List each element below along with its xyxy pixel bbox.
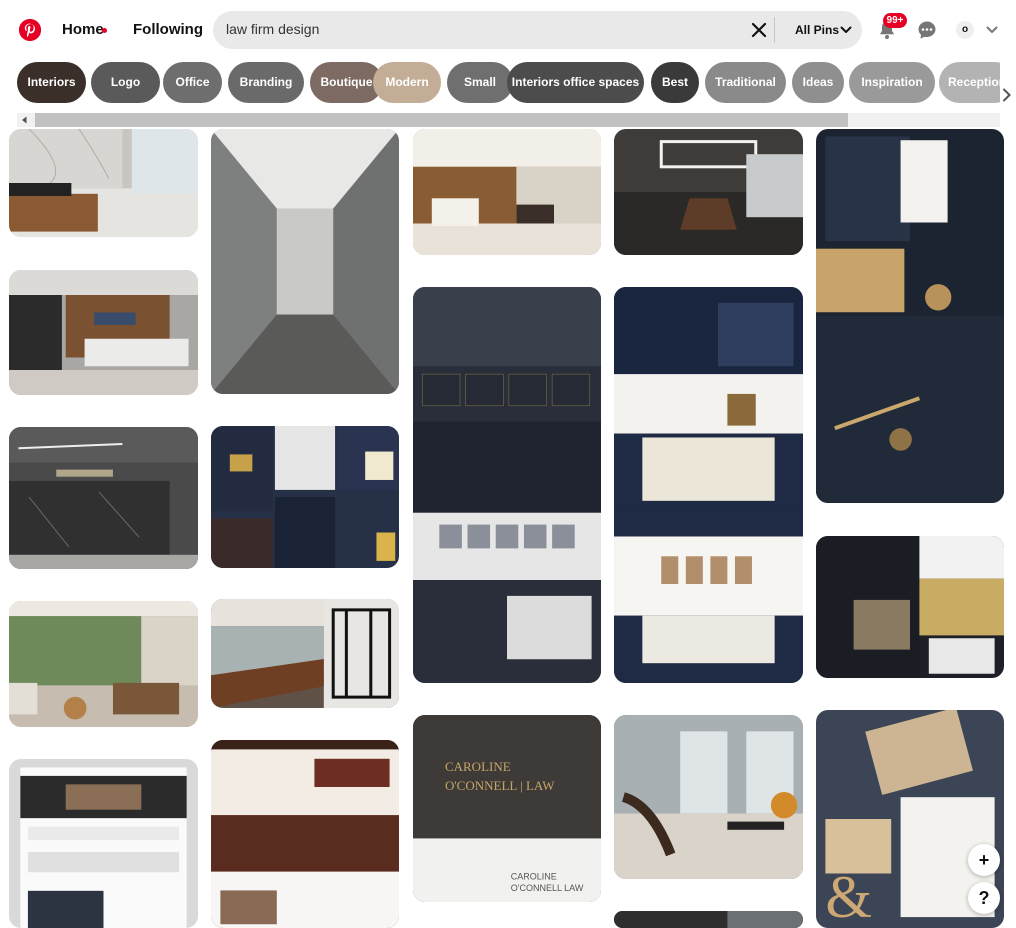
- pin-card-dark-interior-partial[interactable]: [614, 911, 803, 928]
- chip-reception[interactable]: Reception: [939, 62, 1000, 103]
- chip-traditional[interactable]: Traditional: [705, 62, 786, 103]
- svg-text:CAROLINE: CAROLINE: [511, 872, 557, 882]
- svg-text:O'CONNELL | LAW: O'CONNELL | LAW: [445, 778, 555, 793]
- pin-card-boardroom-dark[interactable]: [614, 129, 803, 255]
- pinterest-logo-icon[interactable]: [19, 19, 41, 41]
- pin-card-website-law-agency-gavel[interactable]: [211, 740, 399, 928]
- pin-card-reception-wood[interactable]: [9, 129, 198, 237]
- chips-horizontal-scrollbar[interactable]: [17, 113, 1000, 127]
- chip-inspiration[interactable]: Inspiration: [849, 62, 935, 103]
- pin-card-stationery-navy-gold[interactable]: [816, 129, 1004, 503]
- chevron-right-icon[interactable]: [1002, 88, 1012, 102]
- scroll-left-arrow-icon[interactable]: [21, 116, 28, 124]
- chip-branding[interactable]: Branding: [228, 62, 304, 103]
- account-chevron-down-icon[interactable]: [986, 25, 998, 35]
- pin-card-website-navy-statues[interactable]: [614, 287, 803, 683]
- pin-card-website-dark-gold[interactable]: [816, 536, 1004, 678]
- svg-text:&: &: [825, 864, 872, 928]
- help-button[interactable]: ?: [968, 882, 1000, 914]
- nav-following[interactable]: Following: [133, 21, 203, 38]
- chip-logo[interactable]: Logo: [91, 62, 160, 103]
- home-new-dot: [102, 28, 107, 33]
- pin-card-website-experience-trust-results[interactable]: [413, 287, 601, 683]
- chip-interiors-office-spaces[interactable]: Interiors office spaces: [507, 62, 644, 103]
- messages-icon[interactable]: [917, 20, 937, 40]
- search-divider: [774, 17, 775, 43]
- chip-modern[interactable]: Modern: [373, 62, 441, 103]
- pin-card-glass-corridor[interactable]: [211, 129, 399, 394]
- notification-count-badge: 99+: [883, 13, 907, 28]
- pin-card-caroline-oconnell-logo[interactable]: CAROLINE O'CONNELL | LAW CAROLINE O'CONNELL…: [413, 715, 601, 902]
- pin-card-conference-glass-black[interactable]: [211, 599, 399, 708]
- chip-interiors[interactable]: Interiors: [17, 62, 86, 103]
- chip-small[interactable]: Small: [447, 62, 513, 103]
- user-avatar[interactable]: o: [956, 21, 974, 39]
- pin-card-website-collage-dark[interactable]: [211, 426, 399, 568]
- pin-card-mccathern-reception[interactable]: [9, 270, 198, 395]
- search-bar[interactable]: All Pins: [213, 11, 862, 49]
- clear-search-icon[interactable]: [751, 22, 767, 38]
- chevron-down-icon[interactable]: [840, 25, 852, 35]
- chip-office[interactable]: Office: [163, 62, 222, 103]
- search-input[interactable]: [226, 21, 726, 37]
- svg-text:CAROLINE: CAROLINE: [445, 759, 511, 774]
- pin-card-lounge-garden[interactable]: [9, 601, 198, 727]
- nav-home[interactable]: Home: [62, 21, 104, 38]
- scrollbar-thumb[interactable]: [35, 113, 848, 127]
- pin-card-office-door-chair[interactable]: [614, 715, 803, 879]
- related-searches-chips: Interiors Logo Office Branding Boutique Moder…: [17, 62, 1000, 104]
- chip-best[interactable]: Best: [651, 62, 699, 103]
- pin-card-wood-reception-lit[interactable]: [413, 129, 601, 255]
- chip-ideas[interactable]: Ideas: [792, 62, 844, 103]
- top-navigation-bar: Home Following All Pins 99+ o: [0, 0, 1016, 60]
- svg-text:O'CONNELL LAW: O'CONNELL LAW: [511, 883, 584, 893]
- pin-filter-dropdown[interactable]: All Pins: [795, 23, 839, 37]
- pin-card-website-the-lawyer[interactable]: [9, 759, 198, 928]
- create-plus-button[interactable]: +: [968, 844, 1000, 876]
- pin-card-marble-reception-dark[interactable]: [9, 427, 198, 569]
